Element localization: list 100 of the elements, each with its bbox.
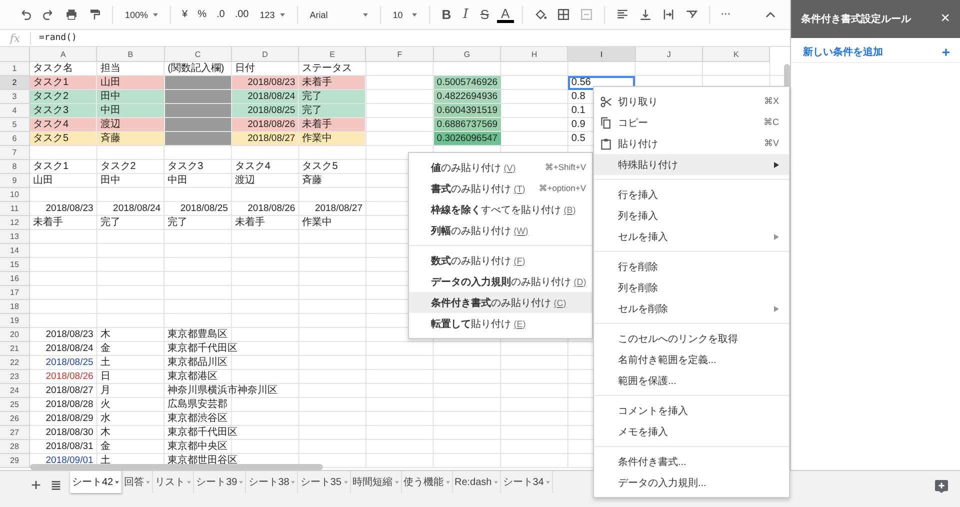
column-header[interactable]: K xyxy=(702,47,770,62)
menu-item[interactable]: 貼り付け ⌘V xyxy=(594,133,789,154)
sheet-tab[interactable]: 使う機能 xyxy=(402,471,452,493)
menu-item[interactable]: 行を挿入 xyxy=(594,184,789,205)
menu-item[interactable]: コピー ⌘C xyxy=(594,112,789,133)
undo-icon[interactable] xyxy=(19,8,32,21)
paint-format-icon[interactable] xyxy=(88,8,101,21)
all-sheets-icon[interactable] xyxy=(51,480,61,490)
currency-button[interactable]: ¥ xyxy=(179,9,191,20)
zoom-dropdown[interactable]: 100% xyxy=(121,10,162,20)
add-button[interactable]: + xyxy=(942,44,950,60)
menu-item[interactable]: 名前付き範囲を定義... xyxy=(594,349,789,370)
row-number[interactable]: 7 xyxy=(0,146,30,160)
align-icon[interactable] xyxy=(616,8,629,21)
row-number[interactable]: 21 xyxy=(0,342,30,356)
menu-item[interactable]: データの入力規則... xyxy=(594,472,789,493)
row-number[interactable]: 24 xyxy=(0,384,30,398)
column-header[interactable]: C xyxy=(164,47,232,62)
row-number[interactable]: 6 xyxy=(0,132,30,146)
row-number[interactable]: 11 xyxy=(0,202,30,216)
sheet-tab[interactable]: リスト xyxy=(153,471,194,493)
menu-item[interactable]: 枠線を除くすべてを貼り付け (B) xyxy=(409,199,592,220)
text-color-button[interactable]: A xyxy=(496,6,514,22)
row-number[interactable]: 4 xyxy=(0,104,30,118)
row-number[interactable]: 2 xyxy=(0,76,30,90)
explore-icon[interactable] xyxy=(935,480,948,493)
row-number[interactable]: 17 xyxy=(0,286,30,300)
column-header[interactable]: H xyxy=(501,47,568,62)
menu-item[interactable]: 値のみ貼り付け (V) ⌘+Shift+V xyxy=(409,157,592,178)
sheet-tab[interactable]: 回答 xyxy=(122,471,154,493)
merge-cells-icon[interactable] xyxy=(580,8,593,21)
print-icon[interactable] xyxy=(65,8,78,21)
row-number[interactable]: 18 xyxy=(0,300,30,314)
column-header[interactable]: I xyxy=(568,47,636,62)
row-number[interactable]: 1 xyxy=(0,62,30,76)
menu-item[interactable]: セルを削除 xyxy=(594,298,789,319)
menu-item[interactable]: このセルへのリンクを取得 xyxy=(594,328,789,349)
sheet-tab[interactable]: シート39 xyxy=(194,471,246,493)
more-button[interactable]: ⋯ xyxy=(718,9,734,20)
font-size-dropdown[interactable]: 10 xyxy=(388,10,421,20)
menu-item[interactable]: 転置して貼り付け (E) xyxy=(409,313,592,334)
borders-icon[interactable] xyxy=(556,8,570,21)
row-number[interactable]: 14 xyxy=(0,244,30,258)
column-header[interactable]: B xyxy=(97,47,165,62)
text-wrap-icon[interactable] xyxy=(662,8,675,21)
sheet-tab[interactable]: Re:dash xyxy=(452,471,501,493)
menu-item[interactable]: 書式のみ貼り付け (T) ⌘+option+V xyxy=(409,178,592,199)
menu-item[interactable]: 数式のみ貼り付け (F) xyxy=(409,250,592,271)
column-header[interactable]: G xyxy=(434,47,502,62)
menu-item[interactable]: 条件付き書式... xyxy=(594,451,789,472)
italic-button[interactable]: I xyxy=(459,7,472,22)
font-dropdown[interactable]: Arial xyxy=(306,10,372,20)
row-number[interactable]: 10 xyxy=(0,188,30,202)
menu-item[interactable]: 列を挿入 xyxy=(594,205,789,226)
close-button[interactable]: × xyxy=(940,10,950,28)
menu-item[interactable]: 列幅のみ貼り付け (W) xyxy=(409,220,592,241)
row-number[interactable]: 13 xyxy=(0,230,30,244)
column-header[interactable]: D xyxy=(232,47,300,62)
add-sheet-icon[interactable] xyxy=(31,480,41,490)
menu-item[interactable]: 範囲を保護... xyxy=(594,370,789,391)
decrease-decimal-button[interactable]: .0 xyxy=(214,9,228,20)
row-number[interactable]: 12 xyxy=(0,216,30,230)
menu-item[interactable]: 列を削除 xyxy=(594,277,789,298)
row-number[interactable]: 23 xyxy=(0,370,30,384)
row-number[interactable]: 28 xyxy=(0,440,30,454)
sheet-tab[interactable]: シート35 xyxy=(298,471,350,493)
row-number[interactable]: 29 xyxy=(0,454,30,468)
row-number[interactable]: 26 xyxy=(0,412,30,426)
sheet-tab[interactable]: 時間短縮 xyxy=(350,471,402,493)
row-number[interactable]: 16 xyxy=(0,272,30,286)
row-number[interactable]: 8 xyxy=(0,160,30,174)
row-number[interactable]: 25 xyxy=(0,398,30,412)
column-header[interactable]: F xyxy=(366,47,434,62)
column-header[interactable]: J xyxy=(636,47,703,62)
sheet-tab[interactable]: シート34 xyxy=(500,471,553,493)
strikethrough-button[interactable]: S xyxy=(476,7,493,22)
row-number[interactable]: 27 xyxy=(0,426,30,440)
menu-item[interactable]: メモを挿入 xyxy=(594,421,789,442)
column-header[interactable]: A xyxy=(30,47,98,62)
row-number[interactable]: 5 xyxy=(0,118,30,132)
vertical-align-icon[interactable] xyxy=(638,8,652,21)
column-header[interactable]: E xyxy=(299,47,366,62)
menu-item[interactable]: 条件付き書式のみ貼り付け (C) xyxy=(409,292,592,313)
sheet-tab[interactable]: シート38 xyxy=(246,471,298,493)
menu-item[interactable]: 特殊貼り付け xyxy=(594,154,789,175)
menu-item[interactable]: コメントを挿入 xyxy=(594,400,789,421)
fill-color-icon[interactable] xyxy=(534,8,547,21)
menu-item[interactable]: データの入力規則のみ貼り付け (D) xyxy=(409,271,592,292)
percent-button[interactable]: % xyxy=(194,9,210,20)
text-rotate-icon[interactable] xyxy=(684,8,698,21)
formula-field[interactable]: =rand() xyxy=(31,33,77,43)
menu-item[interactable]: セルを挿入 xyxy=(594,226,789,247)
increase-decimal-button[interactable]: .00 xyxy=(232,9,252,20)
sheet-tab[interactable]: シート42 xyxy=(70,471,122,493)
row-number[interactable]: 19 xyxy=(0,314,30,328)
row-number[interactable]: 15 xyxy=(0,258,30,272)
row-number[interactable]: 9 xyxy=(0,174,30,188)
redo-icon[interactable] xyxy=(42,8,55,21)
row-number[interactable]: 22 xyxy=(0,356,30,370)
menu-item[interactable]: 行を削除 xyxy=(594,256,789,277)
